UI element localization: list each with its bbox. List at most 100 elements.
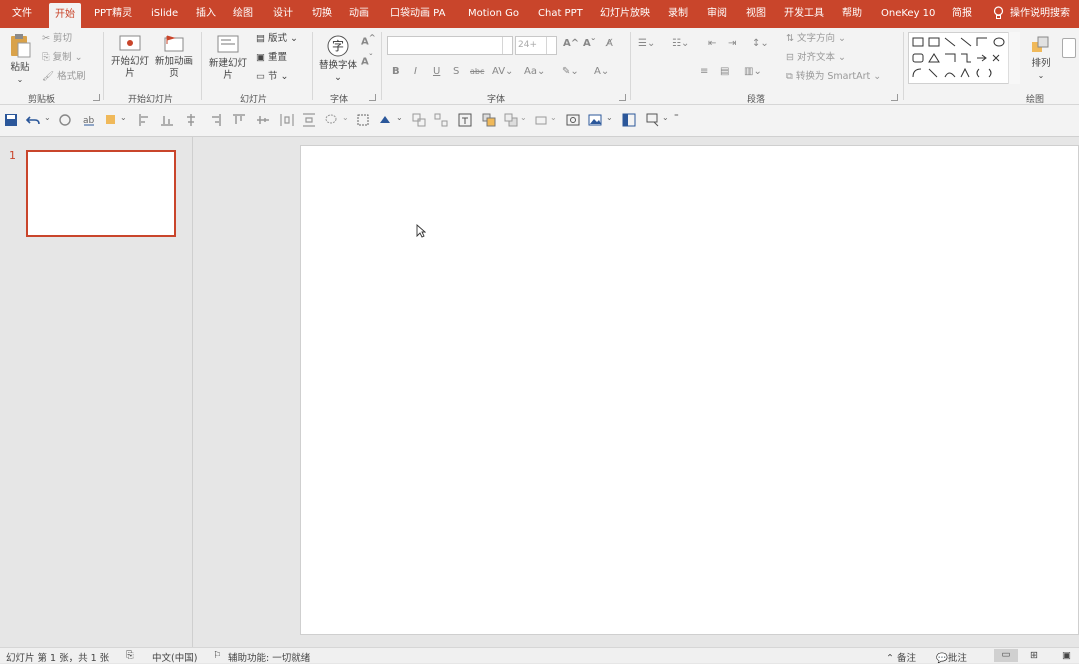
chevron-down-icon[interactable]: ⌄: [396, 113, 410, 127]
save-icon[interactable]: [4, 113, 18, 127]
strikethrough-icon[interactable]: abc: [470, 67, 484, 76]
tab-ppt-jingling[interactable]: PPT精灵: [94, 0, 132, 28]
tab-file[interactable]: 文件: [12, 0, 32, 28]
copy-button[interactable]: ⎘ 复制 ⌄: [42, 51, 83, 65]
convert-smartart-button[interactable]: ⧉ 转换为 SmartArt ⌄: [786, 70, 881, 84]
send-backward-icon[interactable]: [504, 113, 518, 127]
group-icon[interactable]: [412, 113, 426, 127]
numbering-icon[interactable]: ☷⌄: [672, 38, 689, 49]
clear-format-icon[interactable]: A̸: [606, 38, 613, 49]
justify-icon[interactable]: ▤: [720, 66, 729, 77]
font-dialog-launcher[interactable]: [619, 94, 626, 101]
tab-onekey[interactable]: OneKey 10: [881, 0, 935, 28]
decrease-font-size-icon[interactable]: Aˇ: [583, 38, 596, 49]
tab-briefing[interactable]: 简报: [952, 0, 972, 28]
quick-styles-icon[interactable]: [1062, 38, 1076, 58]
slide-thumbnail[interactable]: [26, 150, 176, 237]
italic-icon[interactable]: I: [414, 66, 417, 77]
sidebar-icon[interactable]: [622, 113, 636, 127]
shape-fill-icon[interactable]: [104, 113, 118, 127]
picture-icon[interactable]: [588, 113, 602, 127]
increase-font-size-icon[interactable]: A^: [563, 38, 579, 49]
align-bottom-icon[interactable]: [160, 113, 174, 127]
align-top-icon[interactable]: [232, 113, 246, 127]
align-center-icon[interactable]: [184, 113, 198, 127]
columns-icon[interactable]: ▥⌄: [744, 66, 762, 77]
align-text-button[interactable]: ⊟ 对齐文本 ⌄: [786, 51, 846, 65]
paragraph-launcher[interactable]: [891, 94, 898, 101]
tab-help[interactable]: 帮助: [842, 0, 862, 28]
cut-button[interactable]: ✂ 剪切: [42, 32, 72, 46]
tab-animations[interactable]: 动画: [349, 0, 369, 28]
text-box-icon[interactable]: [458, 113, 472, 127]
notes-button[interactable]: ⌃ 备注: [886, 650, 916, 664]
increase-indent-icon[interactable]: ⇥: [728, 38, 736, 49]
font-size-combo[interactable]: 24+: [515, 36, 557, 55]
tab-pocket-animation[interactable]: 口袋动画 PA: [390, 0, 445, 28]
layout-button[interactable]: ▤ 版式 ⌄: [256, 32, 298, 46]
tab-chat-ppt[interactable]: Chat PPT: [538, 0, 583, 28]
tab-islide[interactable]: iSlide: [151, 0, 178, 28]
character-spacing-icon[interactable]: AV⌄: [492, 66, 513, 77]
distribute-vertical-icon[interactable]: [302, 113, 316, 127]
grow-font-icon[interactable]: A^: [361, 32, 376, 47]
tab-developer[interactable]: 开发工具: [784, 0, 824, 28]
format-painter-button[interactable]: 🖌 格式刷: [42, 70, 86, 84]
new-slide-button[interactable]: 新建幻灯片: [208, 32, 248, 82]
start-slide-button[interactable]: 开始幻灯片: [110, 34, 150, 80]
screenshot-icon[interactable]: [566, 113, 580, 127]
decrease-indent-icon[interactable]: ⇤: [708, 38, 716, 49]
chevron-down-icon[interactable]: [546, 37, 556, 54]
chevron-down-icon[interactable]: ⌄: [44, 113, 58, 127]
gallery-scroll[interactable]: [1008, 32, 1020, 84]
tab-home[interactable]: 开始: [49, 3, 81, 28]
add-animation-page-button[interactable]: 新加动画页: [153, 34, 195, 80]
paste-button[interactable]: 粘贴 ⌄: [6, 32, 34, 86]
tab-record[interactable]: 录制: [668, 0, 688, 28]
tab-review[interactable]: 审阅: [707, 0, 727, 28]
font-name-combo[interactable]: [387, 36, 513, 55]
bold-icon[interactable]: B: [392, 66, 400, 77]
chevron-down-icon[interactable]: ⌄: [120, 113, 134, 127]
reading-view-icon[interactable]: ▣: [1062, 650, 1071, 661]
comments-button[interactable]: 💬批注: [936, 650, 967, 664]
align-left-objects-icon[interactable]: [138, 113, 152, 127]
tab-insert[interactable]: 插入: [196, 0, 216, 28]
tab-design[interactable]: 设计: [273, 0, 293, 28]
shadow-icon[interactable]: S: [453, 66, 459, 77]
rotate-icon[interactable]: [534, 113, 548, 127]
clipboard-launcher[interactable]: [93, 94, 100, 101]
replace-font-button[interactable]: 字 替换字体 ⌄: [318, 34, 358, 84]
selection-pane-icon[interactable]: [356, 113, 370, 127]
chevron-down-icon[interactable]: [502, 37, 512, 54]
section-button[interactable]: ▭ 节 ⌄: [256, 70, 289, 84]
tab-slideshow[interactable]: 幻灯片放映: [600, 0, 650, 28]
spelling-icon[interactable]: ab: [82, 113, 96, 127]
align-middle-icon[interactable]: [256, 113, 270, 127]
shapes-gallery[interactable]: [908, 32, 1020, 84]
align-left-icon[interactable]: ≡: [700, 66, 708, 77]
lasso-select-icon[interactable]: [324, 113, 338, 127]
slide-sorter-icon[interactable]: ⊞: [1030, 650, 1038, 661]
highlight-icon[interactable]: ✎⌄: [562, 66, 579, 77]
shrink-font-icon[interactable]: Aˇ: [361, 52, 373, 67]
present-icon[interactable]: [646, 113, 660, 127]
bring-forward-icon[interactable]: [482, 113, 496, 127]
change-case-icon[interactable]: Aa⌄: [524, 66, 545, 77]
tab-motion-go[interactable]: Motion Go: [468, 0, 519, 28]
bullets-icon[interactable]: ☰⌄: [638, 38, 655, 49]
font-color-icon[interactable]: A⌄: [594, 66, 609, 77]
undo-icon[interactable]: [26, 113, 40, 127]
tab-view[interactable]: 视图: [746, 0, 766, 28]
ungroup-icon[interactable]: [434, 113, 448, 127]
language-status[interactable]: 中文(中国): [152, 650, 197, 664]
chevron-down-icon[interactable]: ⌄: [606, 113, 620, 127]
slide-canvas[interactable]: [300, 145, 1079, 635]
line-spacing-icon[interactable]: ↕⌄: [752, 38, 769, 49]
tab-draw[interactable]: 绘图: [233, 0, 253, 28]
spellcheck-icon[interactable]: ⎘: [126, 650, 134, 661]
font-launcher[interactable]: [369, 94, 376, 101]
text-direction-button[interactable]: ⇅ 文字方向 ⌄: [786, 32, 846, 46]
chevron-down-icon[interactable]: ⌄: [342, 113, 356, 127]
accessibility-status[interactable]: 辅助功能: 一切就绪: [228, 650, 310, 664]
